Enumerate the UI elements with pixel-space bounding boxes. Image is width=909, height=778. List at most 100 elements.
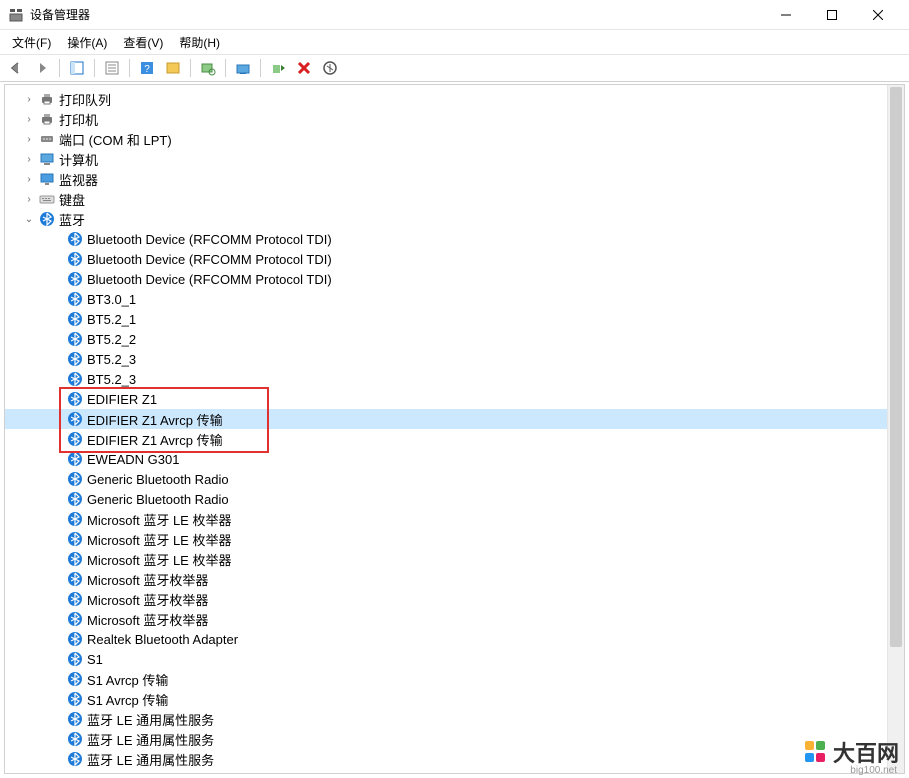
device-label: EDIFIER Z1 Avrcp 传输 <box>87 410 223 429</box>
device-row[interactable]: Microsoft 蓝牙枚举器 <box>5 609 904 629</box>
bluetooth-icon <box>67 391 83 407</box>
device-row[interactable]: S1 Avrcp 传输 <box>5 689 904 709</box>
show-hide-tree-button[interactable] <box>65 57 89 79</box>
bluetooth-icon <box>67 451 83 467</box>
bluetooth-icon <box>67 231 83 247</box>
window-title: 设备管理器 <box>30 6 763 23</box>
computer-icon <box>39 151 55 167</box>
device-label: S1 Avrcp 传输 <box>87 670 168 689</box>
device-label: EDIFIER Z1 Avrcp 传输 <box>87 430 223 449</box>
device-row[interactable]: Microsoft 蓝牙 LE 枚举器 <box>5 529 904 549</box>
category-row[interactable]: › 键盘 <box>5 189 904 209</box>
app-icon <box>8 7 24 23</box>
device-row[interactable]: 蓝牙 LE 通用属性服务 <box>5 729 904 749</box>
device-label: Generic Bluetooth Radio <box>87 492 229 507</box>
bluetooth-icon <box>67 651 83 667</box>
chevron-right-icon[interactable]: › <box>21 111 37 127</box>
category-row[interactable]: › 监视器 <box>5 169 904 189</box>
keyboard-icon <box>39 191 55 207</box>
menubar: 文件(F) 操作(A) 查看(V) 帮助(H) <box>0 30 909 54</box>
device-row[interactable]: Microsoft 蓝牙枚举器 <box>5 589 904 609</box>
device-row[interactable]: Microsoft 蓝牙枚举器 <box>5 569 904 589</box>
menu-action[interactable]: 操作(A) <box>59 32 115 53</box>
chevron-down-icon[interactable]: ⌄ <box>21 211 37 227</box>
watermark-sub: big100.net <box>850 765 897 776</box>
menu-view[interactable]: 查看(V) <box>115 32 171 53</box>
device-label: EWEADN G301 <box>87 452 179 467</box>
device-label: Microsoft 蓝牙 LE 枚举器 <box>87 530 231 549</box>
device-label: Generic Bluetooth Radio <box>87 472 229 487</box>
properties-button[interactable] <box>100 57 124 79</box>
bluetooth-icon <box>67 411 83 427</box>
device-label: S1 Avrcp 传输 <box>87 690 168 709</box>
close-button[interactable] <box>855 0 901 30</box>
scan-button[interactable] <box>196 57 220 79</box>
maximize-button[interactable] <box>809 0 855 30</box>
device-row[interactable]: EDIFIER Z1 <box>5 389 904 409</box>
device-row[interactable]: BT5.2_3 <box>5 349 904 369</box>
scrollbar[interactable] <box>887 85 904 773</box>
help-button[interactable]: ? <box>135 57 159 79</box>
device-row[interactable]: EDIFIER Z1 Avrcp 传输 <box>5 409 904 429</box>
bluetooth-icon <box>67 591 83 607</box>
device-label: EDIFIER Z1 <box>87 392 157 407</box>
device-label: 蓝牙 LE 通用属性服务 <box>87 750 214 769</box>
bluetooth-icon <box>67 531 83 547</box>
scrollbar-thumb[interactable] <box>890 87 902 647</box>
chevron-right-icon[interactable]: › <box>21 131 37 147</box>
device-row[interactable]: 蓝牙 LE 通用属性服务 <box>5 749 904 769</box>
device-row[interactable]: Bluetooth Device (RFCOMM Protocol TDI) <box>5 229 904 249</box>
device-row[interactable]: Bluetooth Device (RFCOMM Protocol TDI) <box>5 269 904 289</box>
menu-help[interactable]: 帮助(H) <box>171 32 228 53</box>
device-row[interactable]: EDIFIER Z1 Avrcp 传输 <box>5 429 904 449</box>
device-row[interactable]: Microsoft 蓝牙 LE 枚举器 <box>5 509 904 529</box>
device-row[interactable]: 蓝牙 LE 通用属性服务 <box>5 709 904 729</box>
device-row[interactable]: Realtek Bluetooth Adapter <box>5 629 904 649</box>
action-button[interactable] <box>161 57 185 79</box>
enable-button[interactable] <box>266 57 290 79</box>
scan-hardware-button[interactable] <box>318 57 342 79</box>
device-row[interactable]: EWEADN G301 <box>5 449 904 469</box>
uninstall-button[interactable] <box>292 57 316 79</box>
device-label: BT5.2_3 <box>87 372 136 387</box>
device-row[interactable]: Generic Bluetooth Radio <box>5 489 904 509</box>
chevron-right-icon[interactable]: › <box>21 171 37 187</box>
device-label: 蓝牙 LE 通用属性服务 <box>87 730 214 749</box>
category-row[interactable]: › 端口 (COM 和 LPT) <box>5 129 904 149</box>
device-row[interactable]: BT5.2_1 <box>5 309 904 329</box>
device-label: Bluetooth Device (RFCOMM Protocol TDI) <box>87 272 332 287</box>
device-label: Bluetooth Device (RFCOMM Protocol TDI) <box>87 232 332 247</box>
category-row[interactable]: › 打印机 <box>5 109 904 129</box>
chevron-right-icon[interactable]: › <box>21 91 37 107</box>
device-row[interactable]: Generic Bluetooth Radio <box>5 469 904 489</box>
bluetooth-icon <box>67 331 83 347</box>
chevron-right-icon[interactable]: › <box>21 191 37 207</box>
device-row[interactable]: BT5.2_3 <box>5 369 904 389</box>
minimize-button[interactable] <box>763 0 809 30</box>
device-row[interactable]: BT5.2_2 <box>5 329 904 349</box>
watermark-logo-icon <box>805 741 827 763</box>
device-label: Realtek Bluetooth Adapter <box>87 632 238 647</box>
update-driver-button[interactable] <box>231 57 255 79</box>
bluetooth-icon <box>39 211 55 227</box>
bluetooth-icon <box>67 291 83 307</box>
back-button[interactable] <box>4 57 28 79</box>
bluetooth-icon <box>67 311 83 327</box>
device-tree-panel: › 打印队列 › 打印机 › 端口 (COM 和 LPT) › 计算机 › 监视… <box>4 84 905 774</box>
bluetooth-icon <box>67 431 83 447</box>
category-row[interactable]: › 打印队列 <box>5 89 904 109</box>
chevron-right-icon[interactable]: › <box>21 151 37 167</box>
category-row[interactable]: › 计算机 <box>5 149 904 169</box>
device-row[interactable]: Microsoft 蓝牙 LE 枚举器 <box>5 549 904 569</box>
device-row[interactable]: BT3.0_1 <box>5 289 904 309</box>
menu-file[interactable]: 文件(F) <box>4 32 59 53</box>
device-label: BT5.2_2 <box>87 332 136 347</box>
device-row[interactable]: S1 <box>5 649 904 669</box>
device-row[interactable]: S1 Avrcp 传输 <box>5 669 904 689</box>
forward-button[interactable] <box>30 57 54 79</box>
category-row[interactable]: ⌄ 蓝牙 <box>5 209 904 229</box>
category-label: 打印机 <box>59 110 98 129</box>
bluetooth-icon <box>67 271 83 287</box>
bluetooth-icon <box>67 371 83 387</box>
device-row[interactable]: Bluetooth Device (RFCOMM Protocol TDI) <box>5 249 904 269</box>
